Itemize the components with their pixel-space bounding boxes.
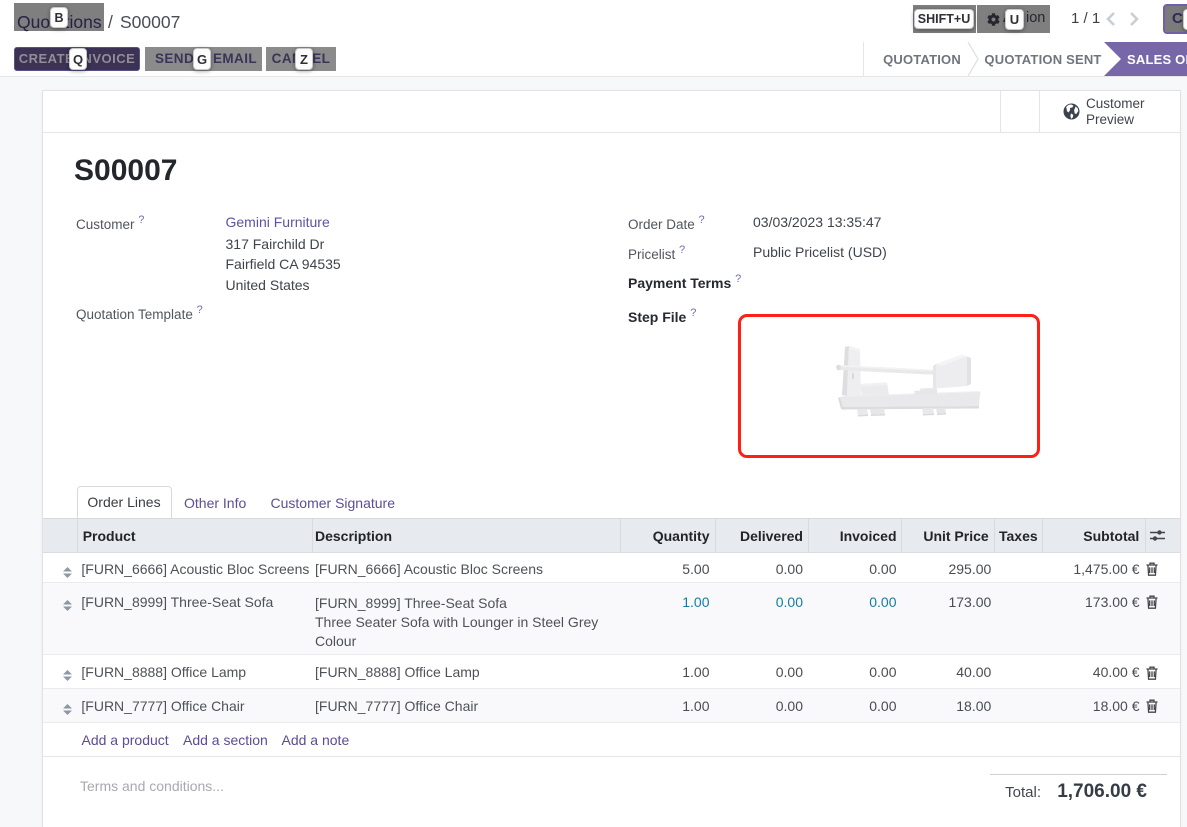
svg-text:SALES ORD: SALES ORD [1127, 52, 1187, 67]
svg-text:QUOTATION SENT: QUOTATION SENT [984, 52, 1101, 67]
svg-text:QUOTATION: QUOTATION [883, 52, 961, 67]
